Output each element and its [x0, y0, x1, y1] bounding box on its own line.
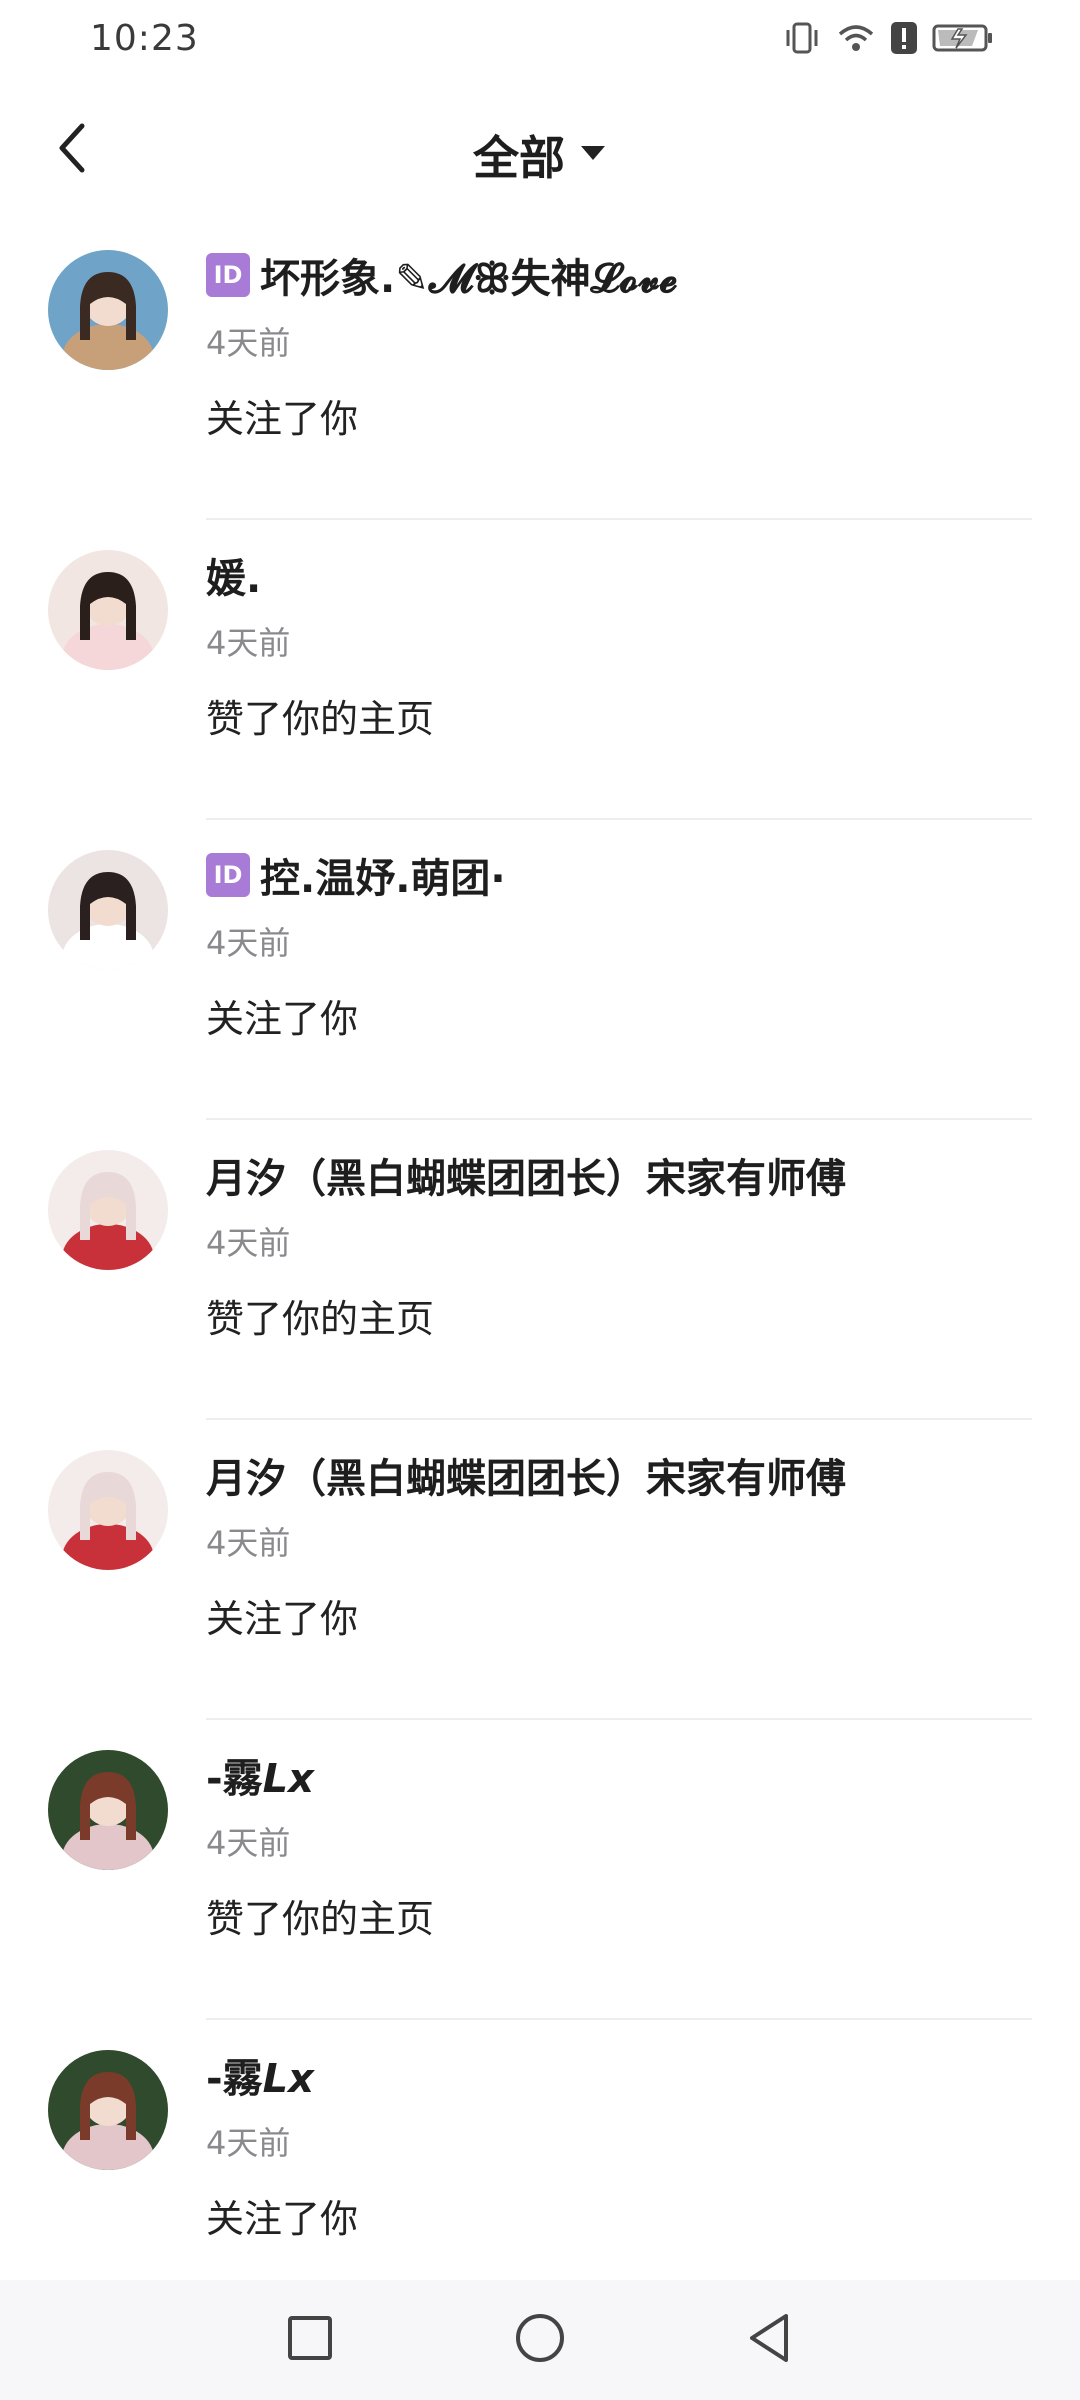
- status-bar: 10:23: [0, 0, 1080, 80]
- timestamp: 4天前: [206, 1524, 291, 1562]
- notification-text: 关注了你: [206, 1597, 359, 1641]
- notification-text: 关注了你: [206, 397, 359, 441]
- recent-apps-button[interactable]: [280, 2310, 340, 2370]
- avatar[interactable]: [48, 550, 168, 670]
- avatar[interactable]: [48, 1150, 168, 1270]
- notification-text: 关注了你: [206, 997, 359, 1041]
- home-button[interactable]: [510, 2310, 570, 2370]
- list-item[interactable]: ID 坏形象.✎𝓜ꕥ失神𝓛𝓸𝓿𝓮 4天前关注了你: [0, 220, 1080, 520]
- notification-text: 赞了你的主页: [206, 1297, 435, 1341]
- avatar[interactable]: [48, 1450, 168, 1570]
- list-item[interactable]: 月汐（黑白蝴蝶团团长）宋家有师傅 4天前赞了你的主页: [0, 1120, 1080, 1420]
- user-name[interactable]: 月汐（黑白蝴蝶团团长）宋家有师傅: [206, 1146, 846, 1204]
- timestamp: 4天前: [206, 624, 291, 662]
- battery-charging-icon: [932, 20, 994, 60]
- back-triangle-icon: [746, 2312, 794, 2368]
- filter-dropdown[interactable]: 全部: [0, 122, 1080, 188]
- system-nav-bar: [0, 2280, 1080, 2400]
- avatar[interactable]: [48, 250, 168, 370]
- user-name[interactable]: 月汐（黑白蝴蝶团团长）宋家有师傅: [206, 1446, 846, 1504]
- timestamp: 4天前: [206, 924, 291, 962]
- user-name[interactable]: -霧𝙇𝙭: [206, 2046, 314, 2104]
- list-item[interactable]: -霧𝙇𝙭 4天前关注了你: [0, 2020, 1080, 2320]
- alert-icon: [890, 20, 918, 60]
- header: 全部: [0, 100, 1080, 200]
- user-name-text: 坏形象.✎𝓜ꕥ失神𝓛𝓸𝓿𝓮: [260, 256, 678, 302]
- timestamp: 4天前: [206, 1224, 291, 1262]
- avatar[interactable]: [48, 2050, 168, 2170]
- notification-text: 赞了你的主页: [206, 1897, 435, 1941]
- user-name[interactable]: -霧𝙇𝙭: [206, 1746, 314, 1804]
- wifi-icon: [836, 20, 876, 60]
- home-circle-icon: [514, 2312, 566, 2368]
- notification-text: 赞了你的主页: [206, 697, 435, 741]
- timestamp: 4天前: [206, 324, 291, 362]
- user-name[interactable]: 媛.: [206, 546, 261, 604]
- notification-list: ID 坏形象.✎𝓜ꕥ失神𝓛𝓸𝓿𝓮 4天前 关注了你 媛. 4天前 赞了你的主页 ID 控.温妤.…: [0, 220, 1080, 2320]
- status-time: 10:23: [90, 18, 199, 59]
- list-item[interactable]: 媛. 4天前赞了你的主页: [0, 520, 1080, 820]
- user-name[interactable]: ID 控.温妤.萌团·: [206, 846, 506, 904]
- user-name[interactable]: ID 坏形象.✎𝓜ꕥ失神𝓛𝓸𝓿𝓮: [206, 246, 678, 304]
- caret-down-icon: [579, 143, 607, 167]
- notification-text: 关注了你: [206, 2197, 359, 2241]
- user-name-text: -霧𝙇𝙭: [206, 1756, 314, 1802]
- recent-apps-square-icon: [286, 2314, 334, 2366]
- id-badge: ID: [206, 253, 250, 297]
- back-nav-button[interactable]: [740, 2310, 800, 2370]
- page-title: 全部: [473, 131, 565, 185]
- user-name-text: 月汐（黑白蝴蝶团团长）宋家有师傅: [206, 1156, 846, 1202]
- avatar[interactable]: [48, 850, 168, 970]
- id-badge: ID: [206, 853, 250, 897]
- user-name-text: -霧𝙇𝙭: [206, 2056, 314, 2102]
- timestamp: 4天前: [206, 2124, 291, 2162]
- vibrate-icon: [782, 20, 822, 60]
- avatar[interactable]: [48, 1750, 168, 1870]
- timestamp: 4天前: [206, 1824, 291, 1862]
- list-item[interactable]: -霧𝙇𝙭 4天前赞了你的主页: [0, 1720, 1080, 2020]
- user-name-text: 月汐（黑白蝴蝶团团长）宋家有师傅: [206, 1456, 846, 1502]
- status-icons: [782, 20, 994, 60]
- user-name-text: 媛.: [206, 556, 262, 602]
- list-item[interactable]: 月汐（黑白蝴蝶团团长）宋家有师傅 4天前关注了你: [0, 1420, 1080, 1720]
- list-item[interactable]: ID 控.温妤.萌团· 4天前关注了你: [0, 820, 1080, 1120]
- user-name-text: 控.温妤.萌团·: [260, 856, 506, 902]
